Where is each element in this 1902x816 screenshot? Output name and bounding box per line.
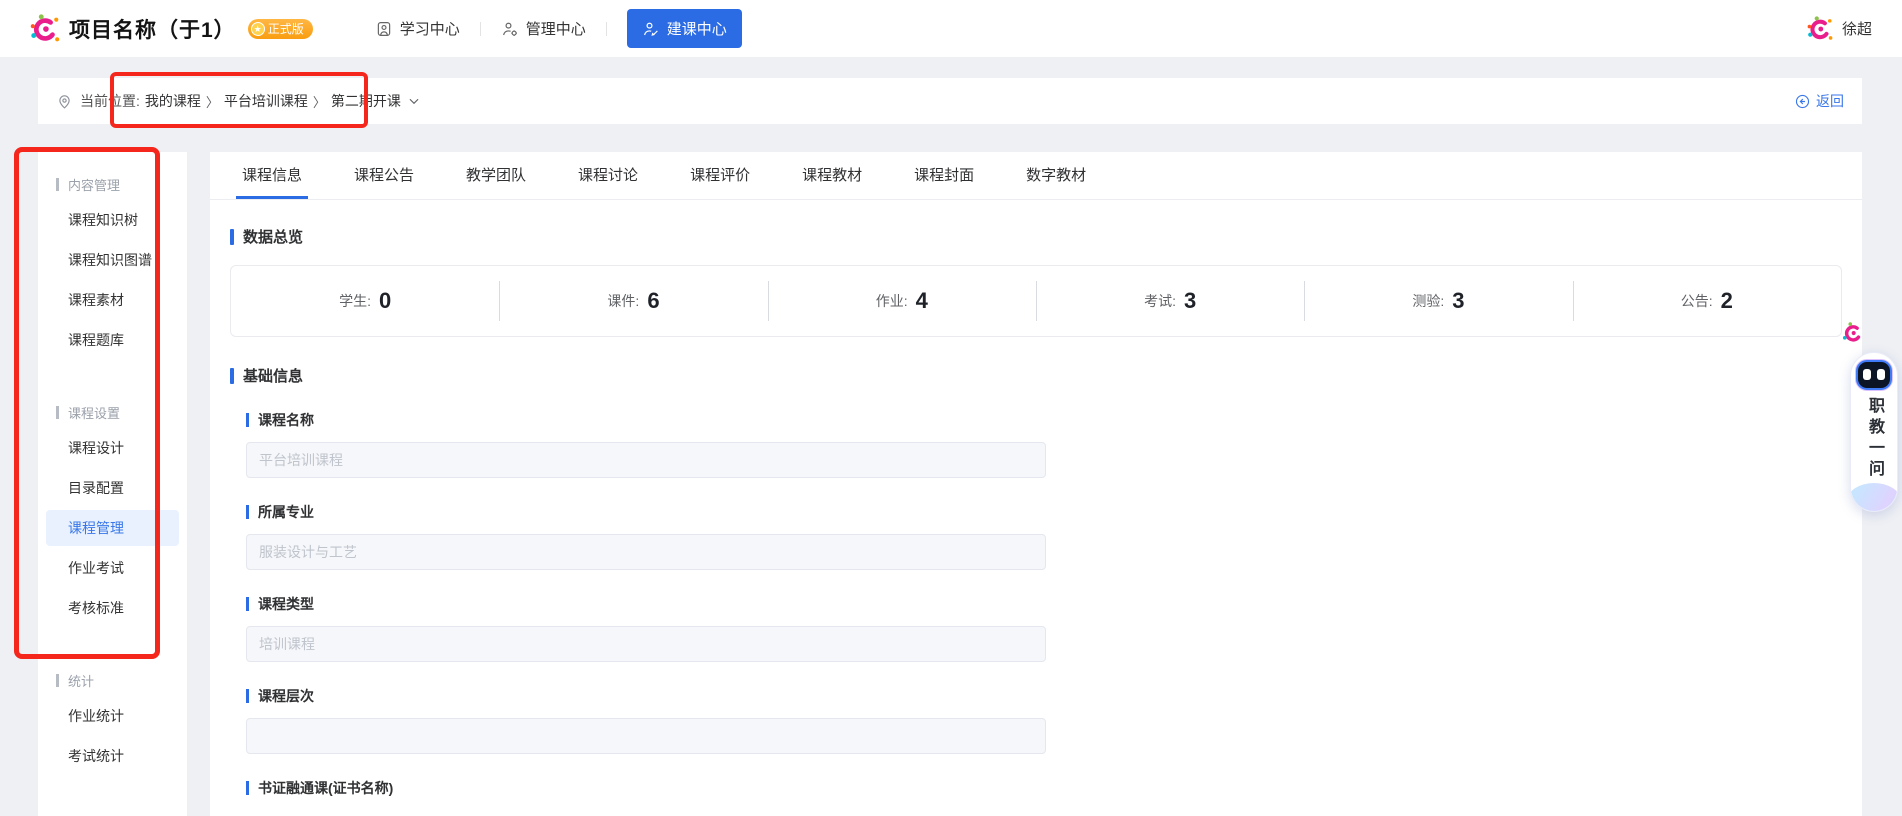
nav-item-learning-center[interactable]: 学习中心 [375,18,460,39]
sidebar-item-exam-stats[interactable]: 考试统计 [38,736,187,776]
sidebar-section-title: 统计 [38,670,187,690]
basic-info-form: 课程名称 所属专业 课程类型 课程层次 书证融通课(证书名称) 暂无 [246,410,1842,816]
field-label-course-level: 课程层次 [246,686,1842,706]
stat-exams: 考试: 3 [1035,266,1304,336]
tab-course-info[interactable]: 课程信息 [236,152,309,199]
medal-icon: ★ [250,21,265,36]
stat-label: 考试: [1144,293,1176,309]
stat-label: 公告: [1680,293,1713,309]
user-menu[interactable]: 徐超 [1807,15,1872,42]
robot-icon [1856,360,1892,390]
back-arrow-icon [1795,94,1810,108]
stat-value: 0 [378,288,392,313]
tab-course-discussion[interactable]: 课程讨论 [572,152,644,199]
app-header: 项目名称（于1） ★ 正式版 学习中心 管理中心 建课中心 徐超 [0,0,1902,58]
user-icon [377,21,390,36]
sidebar-item-homework-stats[interactable]: 作业统计 [38,696,187,736]
nav-divider [605,21,607,36]
nav-label: 管理中心 [525,21,586,38]
stat-value: 4 [915,288,928,313]
back-label: 返回 [1816,93,1844,109]
stat-label: 学生: [339,293,371,309]
annotation-box-breadcrumb [110,72,368,128]
stat-students: 学生: 0 [231,266,499,336]
stat-label: 测验: [1412,293,1445,309]
course-name-input[interactable] [246,442,1046,478]
field-label-course-name: 课程名称 [246,410,1842,430]
course-type-input[interactable] [246,626,1046,662]
tab-course-announcements[interactable]: 课程公告 [348,152,420,199]
user-gear-icon [502,22,517,36]
back-button[interactable]: 返回 [1794,91,1844,111]
stat-quizzes: 测验: 3 [1304,266,1572,336]
stat-homework: 作业: 4 [767,266,1036,336]
stat-value: 2 [1720,288,1733,313]
tab-course-cover[interactable]: 课程封面 [908,152,980,199]
stat-courseware: 课件: 6 [499,266,767,336]
tab-course-evaluation[interactable]: 课程评价 [684,152,756,199]
main-panel: 课程信息 课程公告 教学团队 课程讨论 课程评价 课程教材 课程封面 数字教材 … [210,152,1862,816]
chevron-down-icon[interactable] [407,94,421,108]
major-input[interactable] [246,534,1046,570]
stat-value: 3 [1183,288,1197,313]
field-label-certificate-course: 书证融通课(证书名称) [246,778,1842,798]
stat-value: 3 [1452,288,1465,313]
course-info-content: 数据总览 学生: 0 课件: 6 作业: 4 考试: 3 测验: 3 公告: 2… [210,200,1862,816]
stat-value: 6 [647,288,660,313]
user-edit-icon [643,22,658,36]
page-title: 项目名称（于1） [69,18,236,42]
data-overview-card: 学生: 0 课件: 6 作业: 4 考试: 3 测验: 3 公告: 2 [230,265,1842,337]
ai-assistant-label: 职教一问 [1866,397,1883,481]
course-tabs: 课程信息 课程公告 教学团队 课程讨论 课程评价 课程教材 课程封面 数字教材 [210,152,1862,200]
tab-teaching-team[interactable]: 教学团队 [460,152,532,199]
sidebar-section-statistics: 统计 作业统计 考试统计 [38,670,187,776]
stat-announcements: 公告: 2 [1572,266,1841,336]
location-pin-icon [59,94,70,109]
nav-divider [479,21,481,36]
course-level-input[interactable] [246,718,1046,754]
tab-course-textbook[interactable]: 课程教材 [796,152,868,199]
section-title-basic-info: 基础信息 [230,365,1842,386]
app-logo-icon [30,13,60,41]
version-badge: ★ 正式版 [247,18,313,39]
build-center-button[interactable]: 建课中心 [626,9,742,48]
stat-label: 作业: [875,293,908,309]
top-nav: 学习中心 管理中心 建课中心 [375,9,742,48]
build-center-label: 建课中心 [666,21,727,38]
section-title-data-overview: 数据总览 [230,226,1842,247]
field-label-major: 所属专业 [246,502,1842,522]
nav-item-admin-center[interactable]: 管理中心 [501,18,586,39]
field-label-course-type: 课程类型 [246,594,1842,614]
annotation-box-sidebar [14,147,160,659]
version-badge-label: 正式版 [267,21,304,36]
tab-digital-textbook[interactable]: 数字教材 [1020,152,1092,199]
user-name: 徐超 [1841,21,1872,38]
nav-label: 学习中心 [399,21,460,38]
stat-label: 课件: [607,293,640,309]
avatar [1807,15,1833,40]
ai-assistant-widget[interactable]: 职教一问 [1850,352,1898,512]
floating-logo-icon [1842,322,1861,342]
